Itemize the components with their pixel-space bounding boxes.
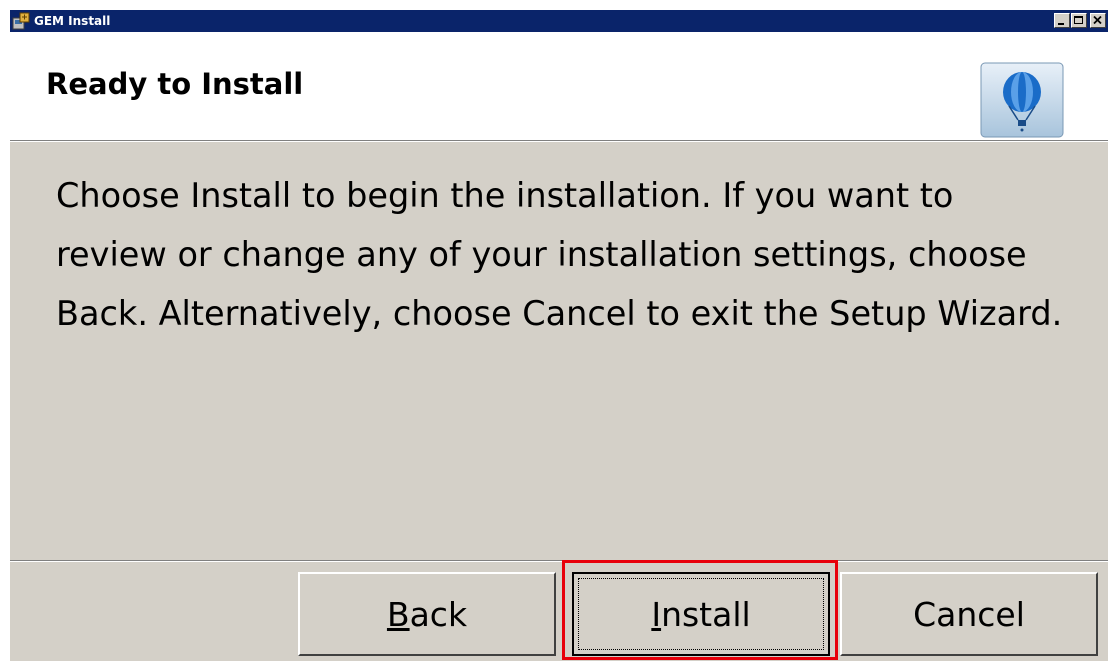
back-mnemonic: B [386, 594, 410, 634]
install-mnemonic: I [651, 594, 662, 634]
back-label-rest: ack [409, 594, 468, 634]
page-title: Ready to Install [46, 67, 304, 101]
cancel-button[interactable]: Cancel [840, 572, 1098, 656]
cancel-button-label: Cancel [913, 594, 1025, 634]
back-button-label: Back [387, 595, 467, 634]
install-label-rest: nstall [661, 594, 751, 634]
install-button-label: Install [651, 595, 750, 634]
hot-air-balloon-icon [980, 62, 1064, 138]
header-banner: Ready to Install [10, 32, 1108, 140]
back-button[interactable]: Back [298, 572, 556, 656]
maximize-icon [1074, 16, 1083, 24]
banner-divider-highlight [10, 141, 1108, 142]
minimize-button[interactable] [1054, 13, 1070, 28]
close-button[interactable] [1090, 13, 1106, 28]
install-button[interactable]: Install [572, 572, 830, 656]
button-area-divider-highlight [10, 561, 1108, 562]
instructions-text: Choose Install to begin the installation… [56, 176, 1063, 333]
installer-window: GEM Install Ready to Install Choose Inst… [10, 10, 1108, 661]
maximize-button[interactable] [1071, 13, 1087, 28]
installer-app-icon [12, 12, 30, 30]
close-icon [1093, 15, 1102, 25]
title-bar[interactable]: GEM Install [10, 10, 1108, 32]
minimize-icon [1058, 23, 1064, 25]
window-title: GEM Install [34, 14, 111, 28]
